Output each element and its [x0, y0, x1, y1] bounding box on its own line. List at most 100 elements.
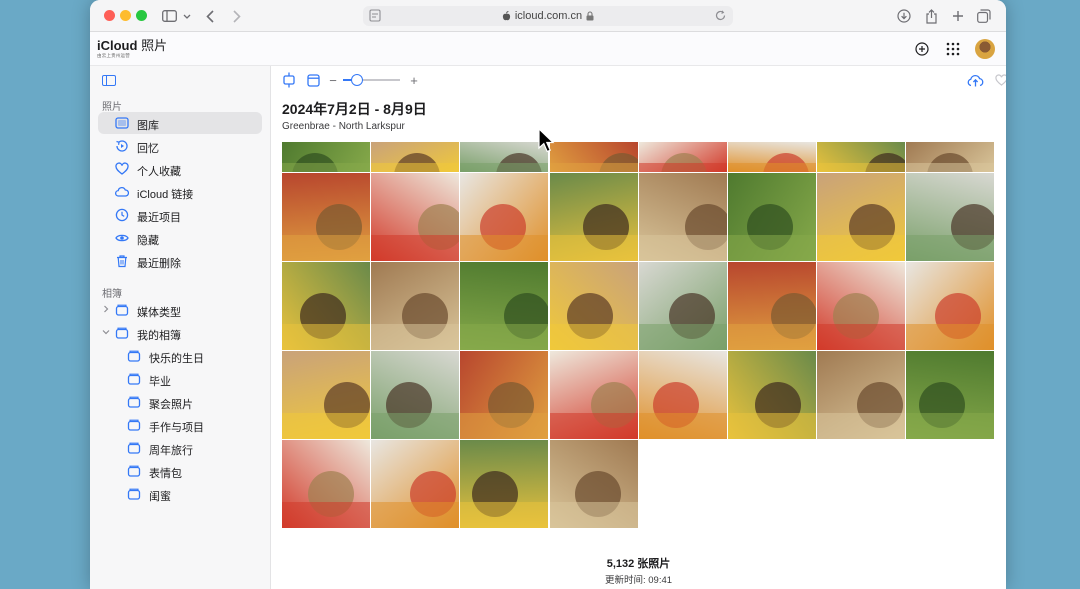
minimize-window-button[interactable] — [120, 10, 131, 21]
apple-logo-icon — [502, 11, 510, 21]
photo-thumbnail[interactable] — [371, 440, 460, 528]
sidebar-item-label: 图库 — [137, 120, 159, 132]
address-bar[interactable]: icloud.com.cn — [363, 6, 733, 26]
photo-thumbnail[interactable] — [728, 262, 816, 350]
sidebar-album-besties[interactable]: 闺蜜 — [98, 483, 262, 505]
sidebar-album-anniversary-trip[interactable]: 周年旅行 — [98, 437, 262, 459]
zoom-in-button[interactable]: + — [408, 72, 420, 88]
icloud-brand[interactable]: iCloud 照片 由云上贵州运营 — [97, 39, 167, 59]
sidebar-group-media-types[interactable]: 媒体类型 — [98, 299, 262, 321]
photo-thumbnail[interactable] — [638, 262, 727, 350]
eye-icon — [115, 234, 129, 242]
zoom-out-button[interactable]: − — [328, 72, 338, 88]
page-settings-icon[interactable] — [369, 9, 381, 22]
brand-name: iCloud — [97, 38, 138, 53]
photo-thumbnail[interactable] — [460, 173, 549, 261]
zoom-slider-knob[interactable] — [351, 74, 363, 86]
photo-thumbnail[interactable] — [282, 262, 370, 350]
photo-thumbnail[interactable] — [906, 142, 995, 172]
clock-icon — [115, 208, 129, 222]
album-icon — [127, 419, 141, 431]
sidebar-album-crafts[interactable]: 手作与项目 — [98, 414, 262, 436]
add-icon[interactable] — [914, 41, 930, 57]
sidebar-album-graduation[interactable]: 毕业 — [98, 368, 262, 390]
photo-thumbnail[interactable] — [371, 173, 460, 261]
sidebar-item-memories[interactable]: 回忆 — [98, 135, 262, 157]
sidebar-group-my-albums[interactable]: 我的相簿 — [98, 322, 262, 344]
sidebar-item-favorites[interactable]: 个人收藏 — [98, 158, 262, 180]
square-crop-icon[interactable] — [305, 72, 321, 88]
safari-window: icloud.com.cn iCloud 照片 由云上贵州运营 照片 图库 回忆… — [90, 0, 1006, 589]
photo-thumbnail[interactable] — [282, 142, 370, 172]
photo-thumbnail[interactable] — [371, 262, 460, 350]
location-subtitle[interactable]: Greenbrae - North Larkspur — [282, 121, 405, 132]
close-window-button[interactable] — [104, 10, 115, 21]
photo-thumbnail[interactable] — [282, 440, 370, 528]
share-icon[interactable] — [923, 5, 939, 27]
date-range-title: 2024年7月2日 - 8月9日 — [282, 101, 427, 117]
photo-thumbnail[interactable] — [817, 173, 906, 261]
photo-thumbnail[interactable] — [549, 173, 638, 261]
photo-thumbnail[interactable] — [371, 142, 460, 172]
trash-icon — [117, 255, 127, 268]
photo-thumbnail[interactable] — [817, 351, 906, 439]
photo-thumbnail[interactable] — [728, 173, 816, 261]
photo-thumbnail[interactable] — [906, 351, 995, 439]
folder-icon — [115, 304, 129, 316]
photo-thumbnail[interactable] — [549, 142, 638, 172]
photo-thumbnail[interactable] — [460, 262, 549, 350]
operator-subtitle: 由云上贵州运营 — [97, 53, 130, 58]
album-label: 周年旅行 — [149, 445, 193, 457]
chevron-down-icon[interactable] — [182, 5, 192, 27]
tabs-icon[interactable] — [976, 5, 992, 27]
zoom-window-button[interactable] — [136, 10, 147, 21]
sidebar-toggle-icon[interactable] — [102, 75, 116, 86]
new-tab-icon[interactable] — [950, 5, 966, 27]
photo-thumbnail[interactable] — [460, 351, 549, 439]
photo-thumbnail[interactable] — [460, 440, 549, 528]
cloud-link-icon — [115, 186, 129, 197]
photo-thumbnail[interactable] — [282, 173, 370, 261]
browser-toolbar: icloud.com.cn — [90, 0, 1006, 32]
photo-thumbnail[interactable] — [549, 351, 638, 439]
download-icon[interactable] — [896, 5, 912, 27]
account-avatar[interactable] — [975, 39, 995, 59]
reload-icon[interactable] — [714, 9, 727, 22]
photo-thumbnail[interactable] — [817, 142, 906, 172]
photo-thumbnail[interactable] — [728, 351, 816, 439]
favorite-icon[interactable] — [993, 72, 1006, 88]
sidebar-item-hidden[interactable]: 隐藏 — [98, 227, 262, 249]
photo-thumbnail[interactable] — [638, 173, 727, 261]
album-icon — [127, 442, 141, 454]
photo-thumbnail[interactable] — [906, 173, 995, 261]
photo-thumbnail[interactable] — [906, 262, 995, 350]
sidebar-item-library[interactable]: 图库 — [98, 112, 262, 134]
photo-thumbnail[interactable] — [371, 351, 460, 439]
back-icon[interactable] — [203, 5, 217, 27]
app-section: 照片 — [141, 38, 168, 53]
photo-thumbnail[interactable] — [728, 142, 816, 172]
photo-thumbnail[interactable] — [549, 440, 638, 528]
upload-icon[interactable] — [966, 72, 984, 88]
sidebar-item-label: 最近删除 — [137, 258, 181, 270]
photo-thumbnail[interactable] — [460, 142, 549, 172]
album-label: 毕业 — [149, 376, 171, 388]
sidebar-album-birthday[interactable]: 快乐的生日 — [98, 345, 262, 367]
photo-thumbnail[interactable] — [817, 262, 906, 350]
sidebar-album-memes[interactable]: 表情包 — [98, 460, 262, 482]
photo-thumbnail[interactable] — [638, 142, 727, 172]
photo-thumbnail[interactable] — [549, 262, 638, 350]
photo-thumbnail[interactable] — [282, 351, 370, 439]
chevron-down-icon[interactable] — [102, 328, 110, 336]
forward-icon[interactable] — [230, 5, 244, 27]
sidebar-item-recents[interactable]: 最近项目 — [98, 204, 262, 226]
sidebar-icon[interactable] — [160, 5, 178, 27]
sidebar-item-icloud-links[interactable]: iCloud 链接 — [98, 181, 262, 203]
sidebar-item-recently-deleted[interactable]: 最近删除 — [98, 250, 262, 272]
sidebar-album-party[interactable]: 聚会照片 — [98, 391, 262, 413]
album-icon — [127, 373, 141, 385]
chevron-right-icon[interactable] — [102, 305, 110, 313]
photo-thumbnail[interactable] — [638, 351, 727, 439]
app-launcher-icon[interactable] — [945, 41, 961, 57]
aspect-ratio-icon[interactable] — [281, 72, 297, 88]
